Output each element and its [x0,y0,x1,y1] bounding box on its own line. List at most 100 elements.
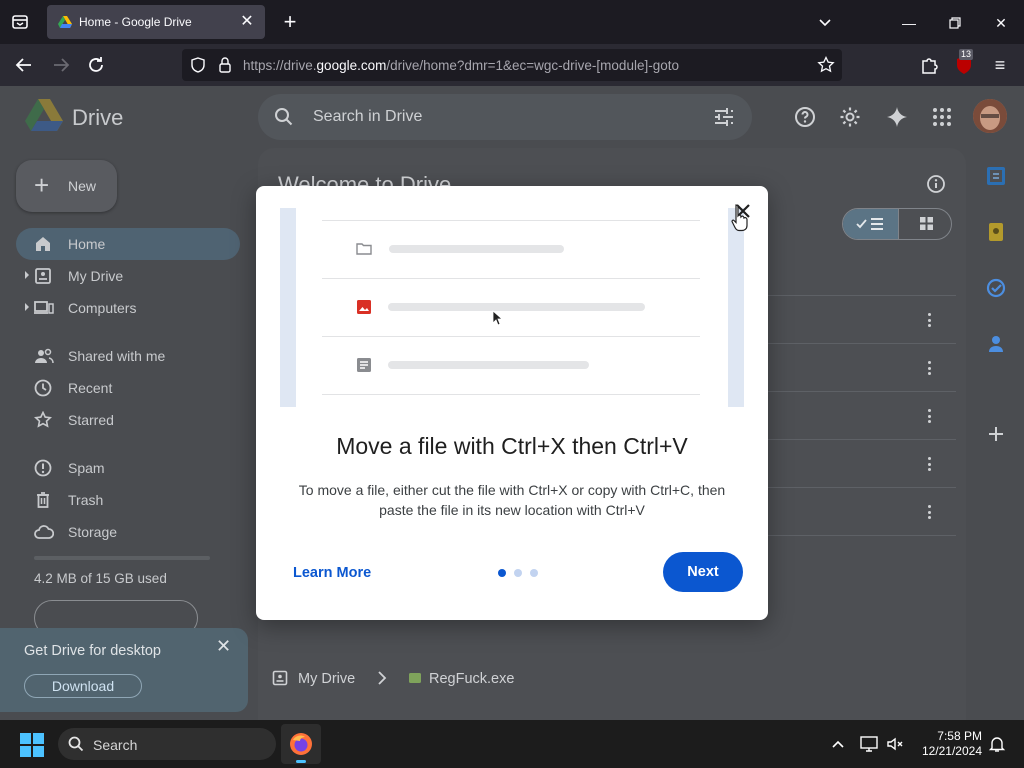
breadcrumb-file[interactable]: RegFuck.exe [429,671,514,687]
back-arrow-icon[interactable] [12,53,36,77]
more-options-icon[interactable] [926,505,932,521]
plus-icon: + [34,170,50,200]
restore-window-icon[interactable] [944,12,966,34]
active-app-indicator [296,760,306,763]
pagination-dot[interactable] [530,569,538,577]
more-options-icon[interactable] [926,457,932,473]
folder-icon [356,241,372,257]
chevron-right-icon [376,670,388,691]
sidebar-item-shared-with-me[interactable]: Shared with me [16,340,240,372]
breadcrumb: My Drive RegFuck.exe [258,656,966,700]
view-toggle [842,208,952,240]
more-options-icon[interactable] [926,313,932,329]
network-monitor-icon[interactable] [860,735,878,758]
expand-caret-icon[interactable] [25,271,29,279]
sidebar-item-trash[interactable]: Trash [16,484,240,516]
chevron-up-icon[interactable] [830,736,846,757]
more-options-icon[interactable] [926,361,932,377]
add-plus-icon[interactable] [986,424,1006,444]
info-icon[interactable] [926,174,946,199]
lock-icon[interactable] [217,56,233,79]
sidebar-item-spam[interactable]: Spam [16,452,240,484]
bookmark-star-icon[interactable] [817,55,835,79]
expand-caret-icon[interactable] [25,303,29,311]
download-button[interactable]: Download [24,674,142,698]
sidebar-item-my-drive[interactable]: My Drive [16,260,240,292]
sidebar-label-starred: Starred [68,412,114,428]
new-tab-button[interactable]: + [279,11,301,34]
notification-bell-icon[interactable] [988,735,1006,758]
pagination-dot-active[interactable] [498,569,506,577]
account-avatar[interactable] [973,99,1007,133]
reload-icon[interactable] [84,53,108,77]
sidebar-item-computers[interactable]: Computers [16,292,240,324]
extension-badge: 13 [959,49,974,60]
taskbar-clock[interactable]: 7:58 PM 12/21/2024 [912,729,982,759]
sidebar-label-home: Home [68,236,106,252]
hand-cursor-icon [731,203,749,238]
grid-view-button[interactable] [898,209,951,239]
browser-tab-bar: Home - Google Drive ✕ + — ✕ [0,0,1024,44]
browser-tab-active[interactable]: Home - Google Drive ✕ [47,5,265,39]
forward-arrow-icon[interactable] [49,53,73,77]
illustration-divider [322,336,700,337]
sidebar-label-computers: Computers [68,300,137,316]
sidebar-item-recent[interactable]: Recent [16,372,240,404]
file-type-icon [408,671,422,690]
list-all-tabs-icon[interactable] [814,12,836,34]
browser-nav-bar: https://drive.google.com/drive/home?dmr=… [0,44,1024,86]
close-window-icon[interactable]: ✕ [990,12,1012,34]
tracking-shield-icon[interactable] [189,56,207,79]
breadcrumb-my-drive[interactable]: My Drive [298,671,355,687]
next-button[interactable]: Next [663,552,743,592]
list-view-button[interactable] [843,209,898,239]
search-icon[interactable] [274,107,294,132]
ublock-extension-icon[interactable]: 13 [952,49,976,77]
keep-notes-icon[interactable] [986,222,1006,242]
sidebar-label-trash: Trash [68,492,104,508]
document-file-icon [356,357,372,373]
help-icon[interactable] [794,106,816,128]
speaker-muted-icon[interactable] [886,735,904,758]
sidebar-label-spam: Spam [68,460,105,476]
star-icon [33,410,53,429]
learn-more-link[interactable]: Learn More [293,565,371,581]
minimize-window-icon[interactable]: — [898,12,920,34]
firefox-taskbar-button[interactable] [281,724,321,764]
promo-title: Get Drive for desktop [24,643,161,659]
sidebar-item-starred[interactable]: Starred [16,404,240,436]
sidebar-item-home[interactable]: Home [16,228,240,260]
google-apps-grid-icon[interactable] [931,106,953,128]
computers-icon [34,299,54,317]
windows-start-icon[interactable] [20,733,44,757]
illustration-side-bar [280,208,296,407]
sidebar-item-storage[interactable]: Storage [16,516,240,548]
drive-logo-icon[interactable] [25,98,63,137]
calendar-icon[interactable] [986,166,1006,186]
taskbar-search[interactable]: Search [58,728,276,760]
pagination-dot[interactable] [514,569,522,577]
url-bar[interactable]: https://drive.google.com/drive/home?dmr=… [182,49,842,81]
tip-illustration [280,208,744,407]
gemini-sparkle-icon[interactable] [886,106,908,128]
close-promo-icon[interactable]: ✕ [216,636,231,657]
search-input[interactable]: Search in Drive [258,94,752,140]
illustration-divider [322,220,700,221]
illustration-divider [322,394,700,395]
mouse-pointer-icon [492,310,504,331]
my-drive-icon [34,267,52,285]
tasks-icon[interactable] [986,278,1006,298]
cloud-icon [34,523,55,541]
contacts-icon[interactable] [986,334,1006,354]
drive-logo-text[interactable]: Drive [72,105,123,131]
new-button[interactable]: + New [16,160,117,212]
extensions-puzzle-icon[interactable] [917,53,941,77]
pagination-dots [498,569,542,577]
tab-list-icon[interactable] [8,10,32,34]
app-menu-hamburger-icon[interactable]: ≡ [988,53,1012,77]
close-tab-icon[interactable]: ✕ [237,12,257,32]
search-options-tune-icon[interactable] [713,107,735,132]
clock-icon [34,379,52,397]
more-options-icon[interactable] [926,409,932,425]
settings-gear-icon[interactable] [839,106,861,128]
